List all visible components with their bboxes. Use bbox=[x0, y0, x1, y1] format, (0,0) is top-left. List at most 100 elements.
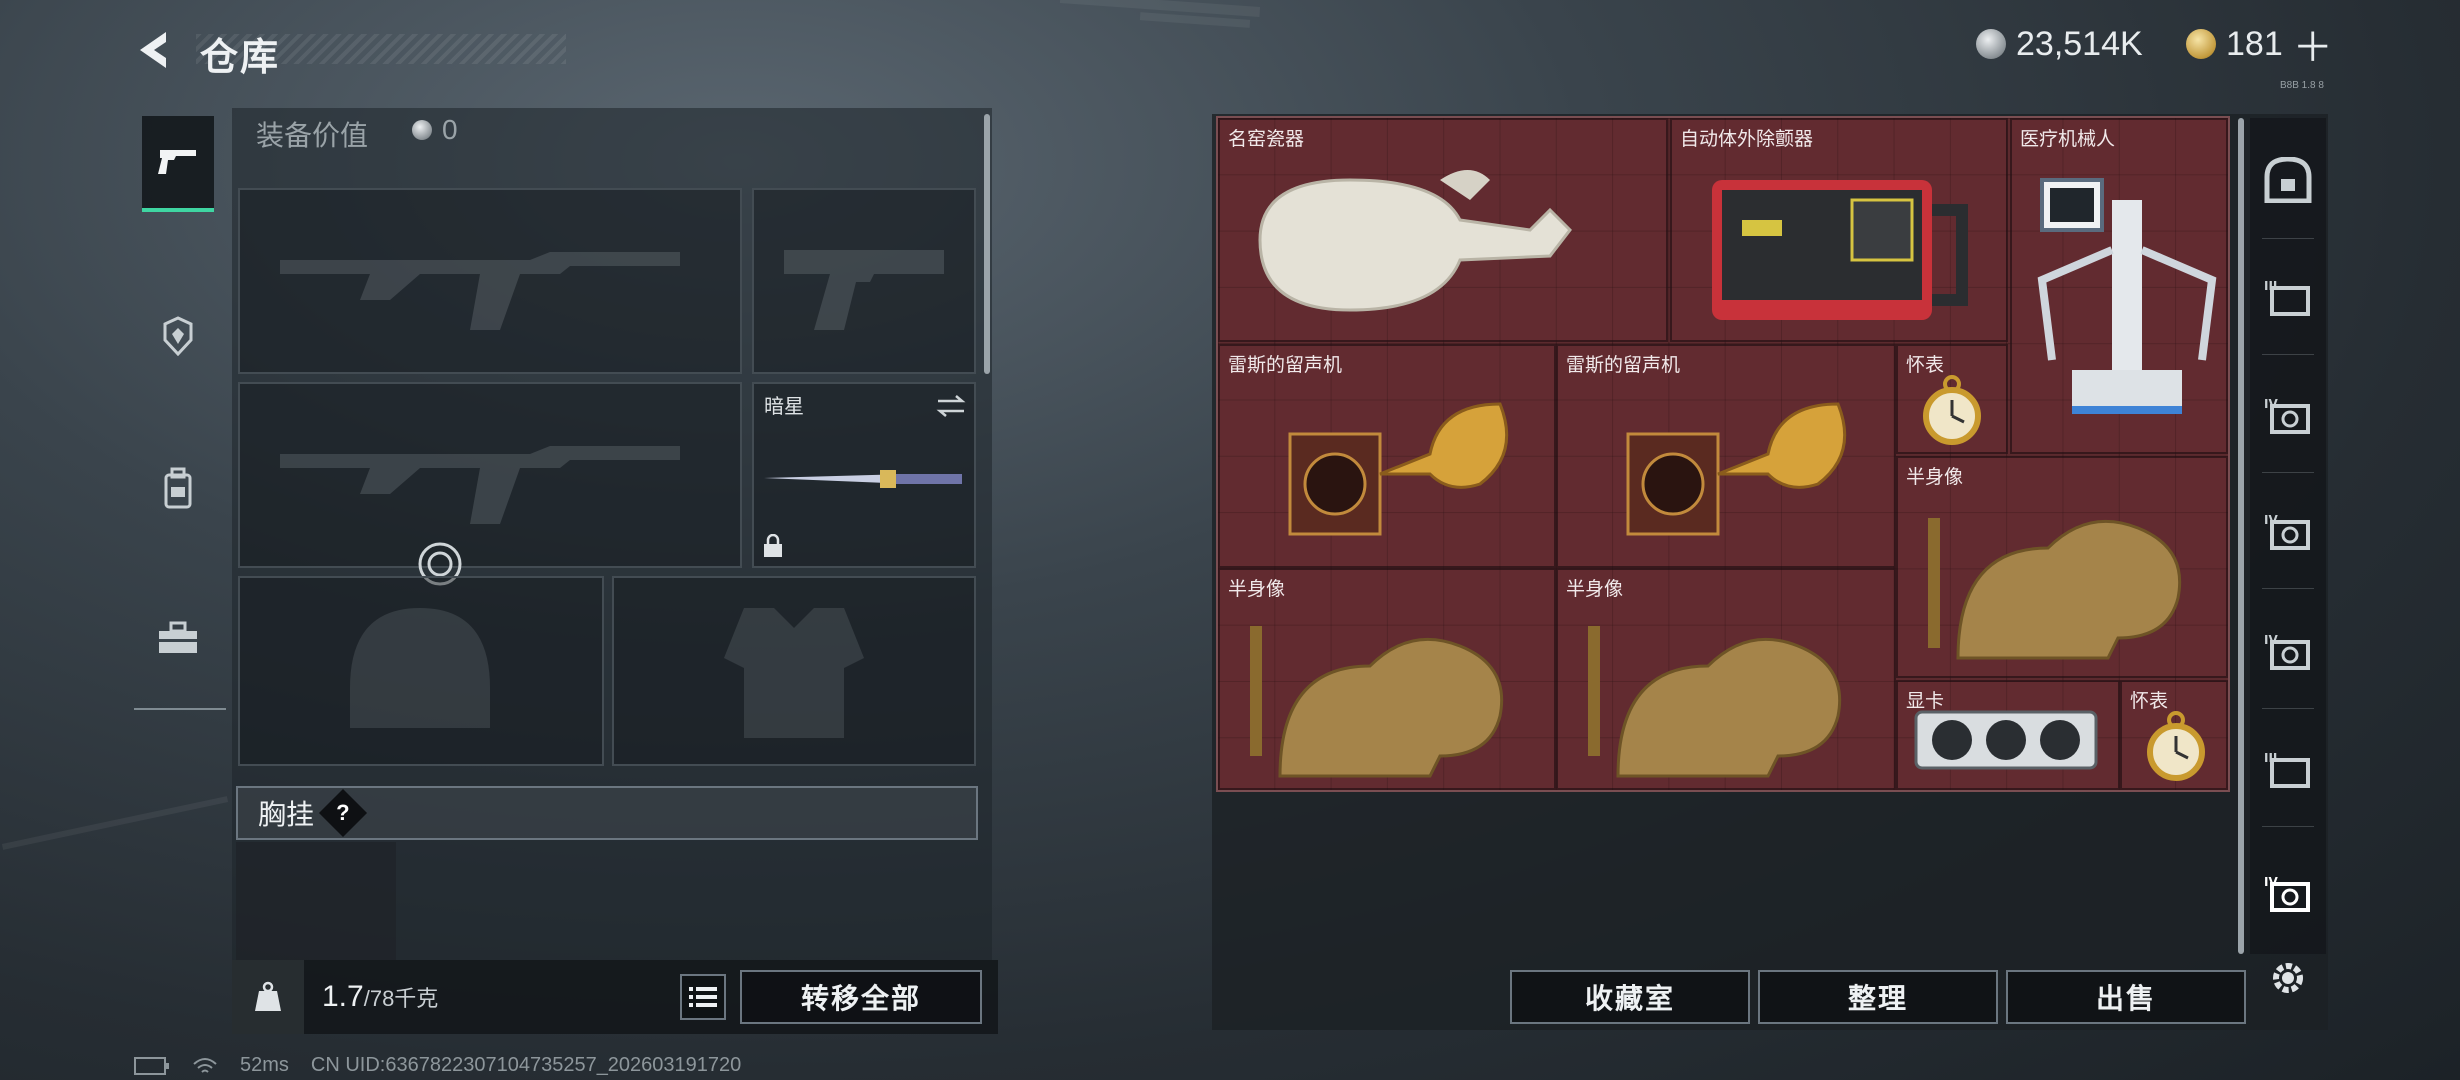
svg-text:IV: IV bbox=[2264, 875, 2278, 889]
sidebar-item-case-4[interactable]: IV bbox=[2258, 622, 2318, 682]
page-title: 仓库 bbox=[200, 37, 281, 79]
stash-item-bust[interactable]: 半身像 bbox=[1556, 568, 1896, 790]
item-name: 雷斯的留声机 bbox=[1566, 355, 1681, 376]
stash-item-bust[interactable]: 半身像 bbox=[1218, 568, 1556, 790]
svg-text:III: III bbox=[2264, 751, 2277, 765]
bust-icon bbox=[1588, 626, 1842, 778]
rifle-silhouette-icon bbox=[280, 252, 680, 330]
primary-weapon-slot[interactable] bbox=[238, 188, 742, 374]
stash-item-medical-robot[interactable]: 医疗机械人 bbox=[2010, 118, 2228, 454]
equipment-value-label: 装备价值 bbox=[256, 120, 369, 151]
nav-divider bbox=[134, 708, 226, 710]
lock-icon bbox=[764, 534, 782, 557]
secondary-weapon-slot[interactable] bbox=[752, 188, 976, 374]
helmet-slot[interactable] bbox=[238, 576, 604, 766]
equipment-value-amount: 0 bbox=[442, 114, 458, 145]
add-currency-button[interactable]: ＋ bbox=[2293, 15, 2333, 73]
tab-armor[interactable] bbox=[142, 300, 214, 372]
corner-code: B8B 1.8 8 bbox=[2280, 80, 2324, 91]
item-name: 医疗机械人 bbox=[2020, 129, 2116, 150]
melee-slot-name: 暗星 bbox=[764, 396, 804, 418]
collection-room-button[interactable]: 收藏室 bbox=[1510, 970, 1750, 1024]
vest-silhouette-icon bbox=[724, 608, 864, 738]
weight-current: 1.7 bbox=[322, 980, 364, 1013]
currency-silver-amount: 23,514K bbox=[2016, 24, 2143, 63]
case-tier-3-icon: III bbox=[2264, 279, 2310, 316]
rifle-silhouette-icon bbox=[280, 446, 680, 524]
sidebar-item-case-3[interactable]: III bbox=[2258, 740, 2318, 800]
currency-silver: 23,514K bbox=[1976, 24, 2143, 64]
silver-coin-icon bbox=[412, 120, 432, 140]
case-tier-4-icon: IV bbox=[2264, 875, 2310, 912]
knife-icon bbox=[764, 470, 962, 488]
settings-button[interactable] bbox=[2258, 948, 2318, 1008]
transfer-all-button[interactable]: 转移全部 bbox=[740, 970, 982, 1024]
stash-item-gramophone[interactable]: 雷斯的留声机 bbox=[1556, 344, 1896, 568]
sidebar-item-case-3[interactable]: III bbox=[2258, 268, 2318, 328]
pistol-silhouette-icon bbox=[784, 250, 944, 330]
swap-icon[interactable] bbox=[936, 394, 966, 418]
graphics-card-icon bbox=[1914, 710, 2098, 770]
sidebar-item-safe[interactable] bbox=[2258, 150, 2318, 210]
stash-item-aed[interactable]: 自动体外除颤器 bbox=[1670, 118, 2008, 342]
stash-scrollbar[interactable] bbox=[2238, 118, 2244, 954]
item-name: 半身像 bbox=[1906, 467, 1964, 488]
stash-item-graphics-card[interactable]: 显卡 bbox=[1896, 680, 2120, 790]
ping-text: 52ms bbox=[240, 1054, 289, 1076]
tertiary-weapon-slot[interactable] bbox=[238, 382, 742, 586]
battery-icon bbox=[134, 1056, 169, 1075]
list-view-button[interactable] bbox=[680, 974, 726, 1020]
item-name: 自动体外除颤器 bbox=[1680, 129, 1814, 150]
equipment-scrollbar[interactable] bbox=[984, 114, 990, 374]
case-tier-4-icon: IV bbox=[2264, 513, 2310, 550]
svg-text:III: III bbox=[2264, 279, 2277, 293]
weight-icon-box bbox=[232, 960, 304, 1034]
gold-coin-icon bbox=[2186, 29, 2216, 59]
pocket-watch-icon bbox=[1923, 375, 1981, 445]
bust-icon bbox=[1928, 518, 2182, 660]
pistol-icon bbox=[158, 150, 196, 174]
stash-item-pocket-watch[interactable]: 怀表 bbox=[2120, 680, 2228, 790]
tab-weapons[interactable] bbox=[142, 116, 214, 212]
case-tier-3-icon: III bbox=[2264, 751, 2310, 788]
case-tier-4-icon: IV bbox=[2264, 633, 2310, 670]
chest-rig-slot[interactable] bbox=[236, 842, 396, 960]
help-icon[interactable]: ? bbox=[318, 788, 368, 838]
item-name: 半身像 bbox=[1228, 579, 1286, 600]
stash-item-pocket-watch[interactable]: 怀表 bbox=[1896, 344, 2008, 454]
bust-icon bbox=[1250, 626, 1504, 778]
stash-item-bust[interactable]: 半身像 bbox=[1896, 456, 2228, 678]
chest-rig-header: 胸挂 ? bbox=[236, 786, 978, 840]
sell-button[interactable]: 出售 bbox=[2006, 970, 2246, 1024]
toolbox-icon bbox=[159, 621, 197, 653]
svg-text:IV: IV bbox=[2264, 397, 2278, 411]
melee-slot[interactable]: 暗星 bbox=[752, 382, 976, 568]
list-icon bbox=[689, 987, 717, 1007]
sidebar-item-case-4[interactable]: IV bbox=[2258, 502, 2318, 562]
stash-item-porcelain[interactable]: 名窑瓷器 bbox=[1218, 118, 1668, 342]
svg-text:IV: IV bbox=[2264, 633, 2278, 647]
sidebar-item-case-4-active[interactable]: IV bbox=[2258, 864, 2318, 924]
tab-toolkit[interactable] bbox=[142, 602, 214, 674]
wifi-icon bbox=[193, 1057, 217, 1073]
weight-readout: 1.7/78千克 bbox=[322, 980, 438, 1014]
svg-text:IV: IV bbox=[2264, 513, 2278, 527]
defibrillator-icon bbox=[1712, 180, 1968, 320]
sort-button[interactable]: 整理 bbox=[1758, 970, 1998, 1024]
stash-item-gramophone[interactable]: 雷斯的留声机 bbox=[1218, 344, 1556, 568]
armor-badge-icon bbox=[163, 316, 193, 356]
weight-capacity: /78千克 bbox=[363, 986, 439, 1011]
item-name: 半身像 bbox=[1566, 579, 1624, 600]
safe-icon bbox=[2264, 157, 2312, 203]
equipment-value: 0 bbox=[412, 114, 458, 146]
helmet-silhouette-icon bbox=[350, 608, 490, 728]
item-name: 雷斯的留声机 bbox=[1228, 355, 1343, 376]
help-symbol: ? bbox=[336, 799, 350, 825]
tab-backpack[interactable] bbox=[142, 452, 214, 524]
sidebar-item-case-4[interactable]: IV bbox=[2258, 386, 2318, 446]
back-arrow-icon[interactable] bbox=[132, 28, 176, 72]
backpack-icon bbox=[164, 467, 192, 509]
case-tier-4-icon: IV bbox=[2264, 397, 2310, 434]
medical-robot-icon bbox=[2037, 178, 2217, 414]
body-armor-slot[interactable] bbox=[612, 576, 976, 766]
